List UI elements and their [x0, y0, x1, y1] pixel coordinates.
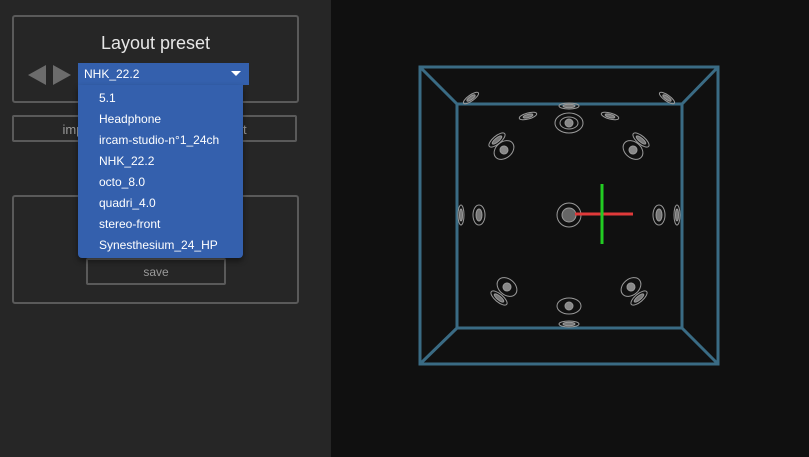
next-preset-arrow-icon[interactable] [53, 65, 71, 85]
speaker-icon [600, 111, 620, 121]
speakers [457, 91, 681, 328]
speaker-icon [652, 204, 666, 226]
speaker-icon [457, 204, 465, 226]
dropdown-option-synesthesium[interactable]: Synesthesium_24_HP [78, 235, 243, 256]
dropdown-option-quadri-4-0[interactable]: quadri_4.0 [78, 193, 243, 214]
sidebar-panel: Layout preset NHK_22.2 import export Sav… [0, 0, 331, 457]
speaker-icon [673, 204, 681, 226]
room-scene [418, 65, 720, 366]
3d-viewport[interactable] [331, 0, 809, 457]
dropdown-option-ircam-studio[interactable]: ircam-studio-n°1_24ch [78, 130, 243, 151]
dropdown-option-5-1[interactable]: 5.1 [78, 88, 243, 109]
speaker-icon [554, 112, 584, 134]
layout-preset-title: Layout preset [100, 33, 211, 53]
selected-preset-label: NHK_22.2 [84, 67, 140, 81]
layout-preset-dropdown: 5.1 Headphone ircam-studio-n°1_24ch NHK_… [78, 85, 243, 258]
layout-preset-select[interactable]: NHK_22.2 [78, 63, 249, 85]
speaker-icon [558, 320, 580, 328]
caret-down-icon [231, 71, 241, 76]
previous-preset-arrow-icon[interactable] [28, 65, 46, 85]
dropdown-option-nhk-22-2[interactable]: NHK_22.2 [78, 151, 243, 172]
speaker-icon [472, 204, 486, 226]
dropdown-option-octo-8-0[interactable]: octo_8.0 [78, 172, 243, 193]
speaker-icon [556, 297, 582, 315]
dropdown-option-headphone[interactable]: Headphone [78, 109, 243, 130]
listener-axes [575, 184, 633, 244]
save-button[interactable]: save [86, 258, 226, 285]
dropdown-option-stereo-front[interactable]: stereo-front [78, 214, 243, 235]
speaker-icon [558, 102, 580, 110]
speaker-icon [518, 111, 538, 121]
